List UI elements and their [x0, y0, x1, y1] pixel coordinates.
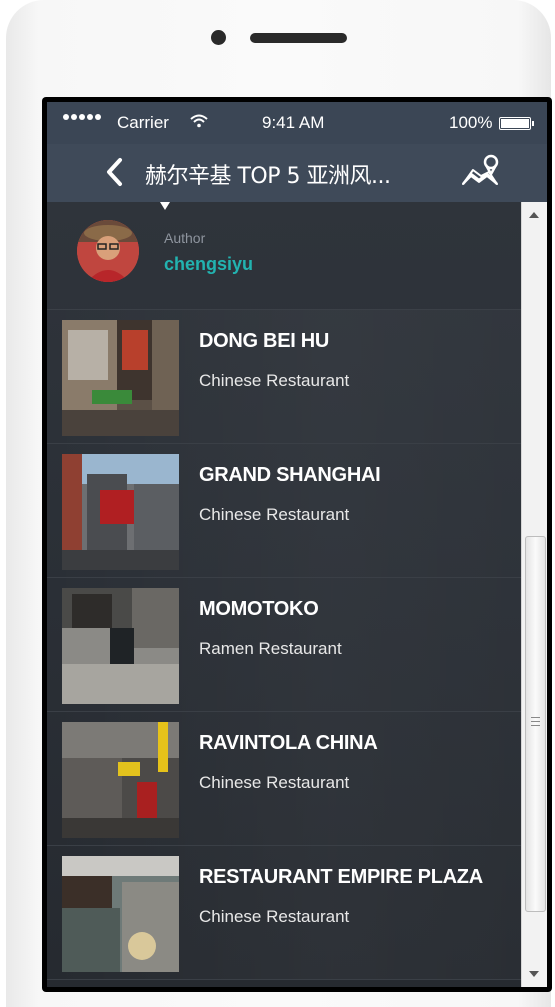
scroll-down-arrow-icon[interactable] [529, 971, 539, 977]
list-item[interactable]: MOMOTOKO Ramen Restaurant [47, 578, 521, 712]
grip-icon [531, 717, 540, 726]
avatar[interactable] [77, 220, 139, 282]
battery-icon [499, 117, 534, 130]
earpiece-speaker [250, 33, 347, 43]
place-photo [62, 588, 179, 704]
status-time: 9:41 AM [262, 113, 325, 132]
place-photo [62, 320, 179, 436]
author-card[interactable]: Author chengsiyu [47, 202, 521, 310]
status-bar: Carrier 9:41 AM 100% [47, 102, 547, 144]
place-category: Chinese Restaurant [199, 773, 350, 792]
list-item[interactable]: RESTAURANT EMPIRE PLAZA Chinese Restaura… [47, 846, 521, 980]
chevron-left-icon[interactable] [103, 156, 127, 193]
list-item[interactable]: DONG BEI HU Chinese Restaurant [47, 310, 521, 444]
pointer-notch [160, 202, 170, 210]
place-category: Chinese Restaurant [199, 371, 350, 390]
vertical-scrollbar[interactable] [521, 202, 547, 987]
list-item[interactable]: RAVINTOLA CHINA Chinese Restaurant [47, 712, 521, 846]
scrollbar-thumb[interactable] [525, 536, 546, 912]
author-label: Author [164, 230, 206, 246]
map-pin-icon[interactable] [459, 152, 503, 195]
navigation-bar: 赫尔辛基 TOP 5 亚洲风... [47, 144, 547, 202]
place-list[interactable]: Author chengsiyu DONG BEI HU Chinese Res… [47, 202, 521, 987]
place-photo [62, 856, 179, 972]
place-category: Ramen Restaurant [199, 639, 342, 658]
app-display: Carrier 9:41 AM 100% 赫尔辛基 TOP 5 亚洲风... A… [47, 102, 547, 987]
page-title: 赫尔辛基 TOP 5 亚洲风... [145, 164, 391, 189]
battery-percent: 100% [449, 113, 493, 132]
place-photo [62, 454, 179, 570]
front-camera [211, 30, 226, 45]
place-category: Chinese Restaurant [199, 907, 350, 926]
author-name-link[interactable]: chengsiyu [164, 254, 253, 275]
place-name: DONG BEI HU [199, 330, 330, 352]
wifi-icon [189, 113, 209, 134]
place-name: MOMOTOKO [199, 598, 319, 620]
signal-strength-icon [63, 114, 103, 120]
carrier-label: Carrier [117, 113, 169, 132]
scroll-up-arrow-icon[interactable] [529, 212, 539, 218]
place-photo [62, 722, 179, 838]
phone-frame: Carrier 9:41 AM 100% 赫尔辛基 TOP 5 亚洲风... A… [6, 0, 552, 1007]
place-name: RESTAURANT EMPIRE PLAZA [199, 866, 483, 888]
list-item[interactable]: GRAND SHANGHAI Chinese Restaurant [47, 444, 521, 578]
place-name: GRAND SHANGHAI [199, 464, 381, 486]
place-name: RAVINTOLA CHINA [199, 732, 378, 754]
screen-bezel: Carrier 9:41 AM 100% 赫尔辛基 TOP 5 亚洲风... A… [42, 97, 552, 992]
place-category: Chinese Restaurant [199, 505, 350, 524]
